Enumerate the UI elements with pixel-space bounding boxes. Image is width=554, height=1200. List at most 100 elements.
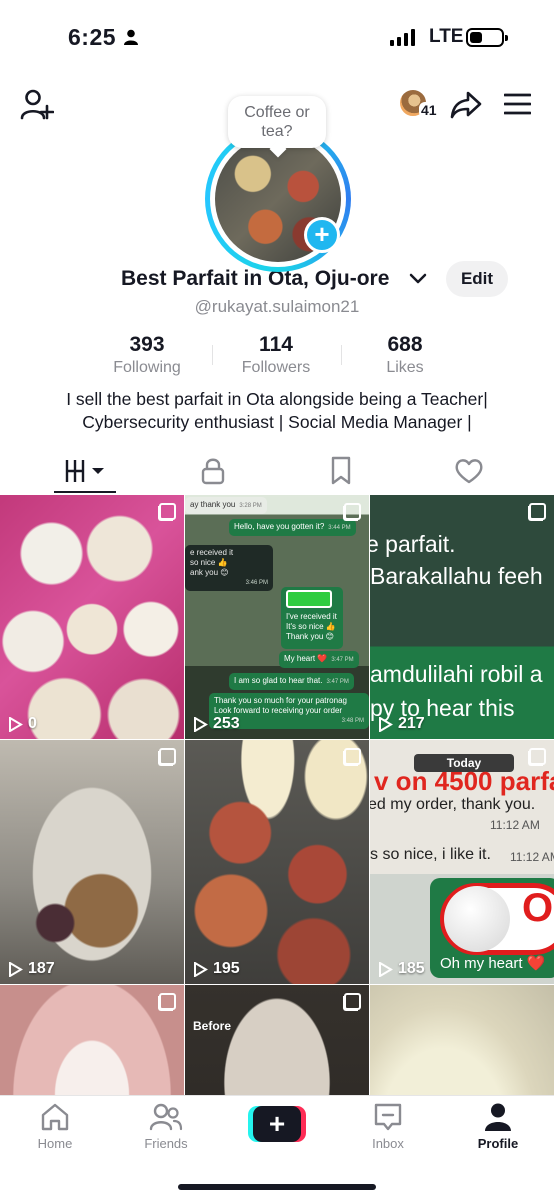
video-grid: 0 ay thank you 3:28 PM Hello, have you go…	[0, 495, 554, 1095]
inbox-icon	[374, 1103, 402, 1131]
status-bar: 6:25 LTE	[0, 0, 554, 76]
videos-grid-icon	[65, 460, 104, 482]
profile-viewers-button[interactable]: 41	[398, 88, 439, 122]
video-tile[interactable]: ay thank you 3:28 PM Hello, have you gott…	[185, 495, 369, 739]
profile-icon	[485, 1103, 511, 1131]
view-count-value: 253	[213, 715, 240, 732]
chat-text: Thank you 😊	[286, 632, 334, 641]
view-count: 253	[193, 715, 240, 733]
chat-text: I am so glad to hear that.	[234, 676, 323, 685]
battery-icon	[466, 28, 508, 47]
video-tile[interactable]: Before	[185, 985, 369, 1095]
home-icon	[41, 1103, 69, 1131]
view-count-value: 185	[398, 960, 425, 977]
nav-label: Home	[37, 1136, 73, 1151]
status-time: 6:25	[68, 24, 117, 50]
chat-message: I've received it It's so nice 👍 Thank yo…	[281, 587, 343, 649]
chevron-down-icon	[409, 273, 427, 284]
chat-text: Hello, have you gotten it?	[234, 522, 325, 531]
add-friend-icon[interactable]	[20, 89, 54, 121]
bio: I sell the best parfait in Ota alongside…	[0, 388, 554, 434]
viewer-count: 41	[419, 102, 439, 118]
view-count: 217	[378, 715, 425, 733]
video-tile[interactable]: Today v on 4500 parfa ed my order, thank…	[370, 740, 554, 984]
video-tile[interactable]: 195	[185, 740, 369, 984]
view-count: 185	[378, 960, 425, 978]
view-count: 187	[8, 960, 55, 978]
nav-friends[interactable]: Friends	[121, 1102, 211, 1151]
view-count-value: 195	[213, 960, 240, 977]
view-count-value: 0	[28, 715, 37, 732]
nav-home[interactable]: Home	[10, 1102, 100, 1151]
multi-photo-icon	[158, 503, 176, 521]
chat-timestamp: 11:12 AM	[510, 850, 554, 864]
tab-saved[interactable]	[296, 452, 386, 496]
chat-text: My heart ❤️	[284, 654, 328, 663]
stat-value: 114	[259, 333, 293, 356]
multi-photo-icon	[528, 503, 546, 521]
video-tile[interactable]: 187	[0, 740, 184, 984]
active-tab-indicator	[54, 491, 116, 493]
bio-line: I sell the best parfait in Ota alongside…	[66, 389, 488, 409]
private-lock-icon	[201, 458, 225, 485]
video-tile[interactable]: e parfait. Barakallahu feeh amdulilahi r…	[370, 495, 554, 739]
chat-message: Hello, have you gotten it? 3:44 PM	[229, 519, 356, 536]
chat-text: Barakallahu feeh	[370, 563, 543, 589]
create-button[interactable]: +	[248, 1106, 306, 1142]
video-tile[interactable]: 0	[0, 495, 184, 739]
stat-label: Likes	[386, 359, 424, 376]
battery-image	[286, 590, 332, 608]
play-icon	[379, 716, 393, 732]
profile-stats: 393 Following 114 Followers 688 Likes	[83, 333, 469, 379]
chat-text: Thank you so much for your patronag	[214, 696, 347, 705]
chat-message: My heart ❤️ 3:47 PM	[279, 651, 359, 668]
multi-photo-icon	[528, 748, 546, 766]
chat-timestamp: 3:46 PM	[245, 580, 268, 586]
tab-private[interactable]	[168, 452, 258, 496]
view-count: 0	[8, 715, 37, 733]
promo-text: v on 4500 parfa	[374, 766, 554, 796]
chat-timestamp: 11:12 AM	[490, 818, 540, 832]
view-count-value: 217	[398, 715, 425, 732]
stat-value: 688	[387, 333, 423, 356]
chat-text: amdulilahi robil a	[370, 661, 543, 687]
nav-inbox[interactable]: Inbox	[343, 1102, 433, 1151]
saved-bookmark-icon	[331, 456, 351, 485]
tab-liked[interactable]	[424, 452, 514, 496]
profile-tabs	[0, 452, 554, 496]
chat-message: e received it so nice 👍 ank you 😊 3:46 P…	[185, 545, 273, 591]
chat-text: s so nice, i like it.	[370, 846, 491, 863]
video-tile[interactable]	[370, 985, 554, 1095]
stat-followers[interactable]: 114 Followers	[212, 333, 340, 379]
stat-following[interactable]: 393 Following	[83, 333, 211, 379]
video-tile[interactable]	[0, 985, 184, 1095]
chat-timestamp: 3:28 PM	[239, 503, 262, 509]
nav-label: Friends	[144, 1136, 188, 1151]
nav-label: Profile	[477, 1136, 519, 1151]
chat-text: Oh my heart ❤️	[440, 955, 546, 972]
note-bubble[interactable]: Coffee or tea?	[228, 96, 326, 148]
share-icon[interactable]	[450, 90, 482, 120]
chat-text: so nice 👍	[190, 558, 228, 567]
play-icon	[9, 716, 23, 732]
chat-text: e parfait.	[370, 531, 456, 557]
nav-profile[interactable]: Profile	[453, 1102, 543, 1151]
multi-photo-icon	[158, 993, 176, 1011]
chat-text: e received it	[190, 548, 234, 557]
chat-timestamp: 3:47 PM	[331, 657, 354, 663]
edit-profile-button[interactable]: Edit	[446, 261, 508, 297]
multi-photo-icon	[158, 748, 176, 766]
home-indicator	[178, 1184, 376, 1190]
username: @rukayat.sulaimon21	[194, 297, 360, 316]
chat-message: I am so glad to hear that. 3:47 PM	[229, 673, 354, 690]
multi-photo-icon	[343, 993, 361, 1011]
play-icon	[194, 716, 208, 732]
stat-likes[interactable]: 688 Likes	[341, 333, 469, 379]
before-label: Before	[193, 1019, 232, 1033]
add-story-plus-icon[interactable]: +	[304, 217, 340, 253]
menu-icon[interactable]	[504, 93, 531, 115]
plus-icon: +	[253, 1106, 301, 1142]
chat-timestamp: 3:47 PM	[326, 679, 349, 685]
tab-videos[interactable]	[40, 452, 130, 496]
person-icon	[124, 29, 138, 45]
